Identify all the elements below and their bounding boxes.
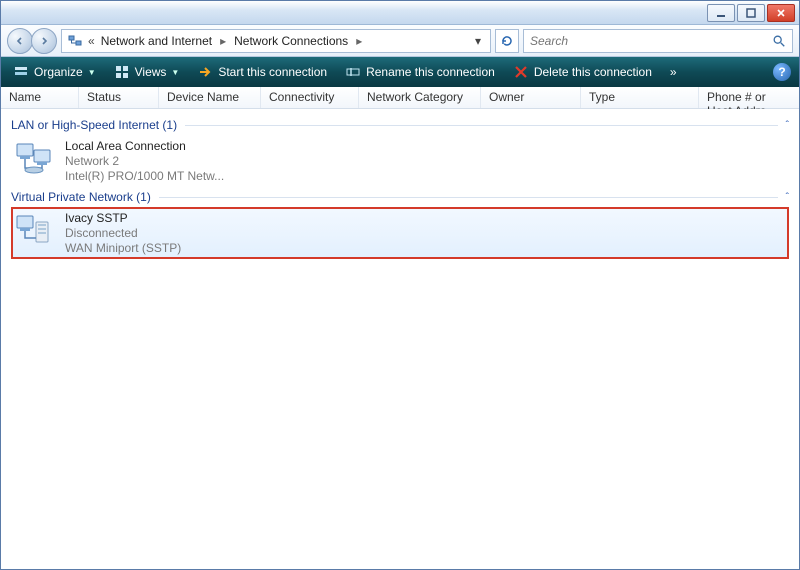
close-button[interactable] [767, 4, 795, 22]
connection-title: Local Area Connection [65, 139, 224, 153]
views-menu[interactable]: Views ▼ [110, 62, 184, 82]
vpn-connection-icon [13, 211, 55, 249]
caret-down-icon: ▼ [171, 68, 179, 77]
breadcrumb-item[interactable]: Network and Internet [95, 34, 218, 48]
column-connectivity[interactable]: Connectivity [261, 87, 359, 108]
rename-label: Rename this connection [366, 65, 495, 79]
explorer-window: « Network and Internet ▸ Network Connect… [0, 0, 800, 570]
column-name[interactable]: Name [1, 87, 79, 108]
organize-menu[interactable]: Organize ▼ [9, 62, 100, 82]
lan-connection-icon [13, 139, 55, 177]
connection-device: Intel(R) PRO/1000 MT Netw... [65, 169, 224, 183]
refresh-button[interactable] [495, 29, 519, 53]
delete-icon [513, 64, 529, 80]
connection-device: WAN Miniport (SSTP) [65, 241, 181, 255]
titlebar [1, 1, 799, 25]
organize-icon [13, 64, 29, 80]
column-phone[interactable]: Phone # or Host Addre... [699, 87, 799, 108]
chevron-right-icon: ▸ [354, 34, 364, 48]
chevron-right-icon: ▸ [218, 34, 228, 48]
network-icon [66, 32, 84, 50]
group-label: LAN or High-Speed Internet (1) [11, 118, 177, 132]
breadcrumb-prefix: « [88, 34, 95, 48]
views-icon [114, 64, 130, 80]
question-icon: ? [778, 65, 785, 79]
caret-down-icon: ▼ [88, 68, 96, 77]
connection-item[interactable]: Local Area Connection Network 2 Intel(R)… [11, 135, 789, 187]
help-button[interactable]: ? [773, 63, 791, 81]
address-bar[interactable]: « Network and Internet ▸ Network Connect… [61, 29, 491, 53]
rename-connection-button[interactable]: Rename this connection [341, 62, 499, 82]
column-status[interactable]: Status [79, 87, 159, 108]
command-bar: Organize ▼ Views ▼ Start this connection… [1, 57, 799, 87]
arrow-right-icon [197, 64, 213, 80]
column-device[interactable]: Device Name [159, 87, 261, 108]
column-owner[interactable]: Owner [481, 87, 581, 108]
group-label: Virtual Private Network (1) [11, 190, 151, 204]
navigation-bar: « Network and Internet ▸ Network Connect… [1, 25, 799, 57]
connection-item-selected[interactable]: Ivacy SSTP Disconnected WAN Miniport (SS… [11, 207, 789, 259]
content-area: LAN or High-Speed Internet (1) ˆ Local A… [1, 109, 799, 569]
back-button[interactable] [7, 28, 33, 54]
overflow-label: » [670, 65, 677, 79]
toolbar-overflow[interactable]: » [666, 63, 681, 81]
column-type[interactable]: Type [581, 87, 699, 108]
connection-title: Ivacy SSTP [65, 211, 181, 225]
group-header-vpn[interactable]: Virtual Private Network (1) ˆ [11, 187, 789, 207]
breadcrumb-item[interactable]: Network Connections [228, 34, 354, 48]
minimize-button[interactable] [707, 4, 735, 22]
delete-label: Delete this connection [534, 65, 652, 79]
views-label: Views [135, 65, 167, 79]
start-label: Start this connection [218, 65, 327, 79]
connection-status: Disconnected [65, 226, 181, 240]
maximize-button[interactable] [737, 4, 765, 22]
forward-button[interactable] [31, 28, 57, 54]
nav-arrows [7, 28, 57, 54]
organize-label: Organize [34, 65, 83, 79]
column-headers: Name Status Device Name Connectivity Net… [1, 87, 799, 109]
search-box[interactable] [523, 29, 793, 53]
address-dropdown[interactable]: ▾ [470, 34, 486, 48]
chevron-up-icon: ˆ [786, 192, 789, 203]
chevron-up-icon: ˆ [786, 120, 789, 131]
search-icon [772, 34, 786, 48]
connection-status: Network 2 [65, 154, 224, 168]
start-connection-button[interactable]: Start this connection [193, 62, 331, 82]
rename-icon [345, 64, 361, 80]
group-header-lan[interactable]: LAN or High-Speed Internet (1) ˆ [11, 115, 789, 135]
delete-connection-button[interactable]: Delete this connection [509, 62, 656, 82]
search-input[interactable] [530, 34, 772, 48]
column-category[interactable]: Network Category [359, 87, 481, 108]
